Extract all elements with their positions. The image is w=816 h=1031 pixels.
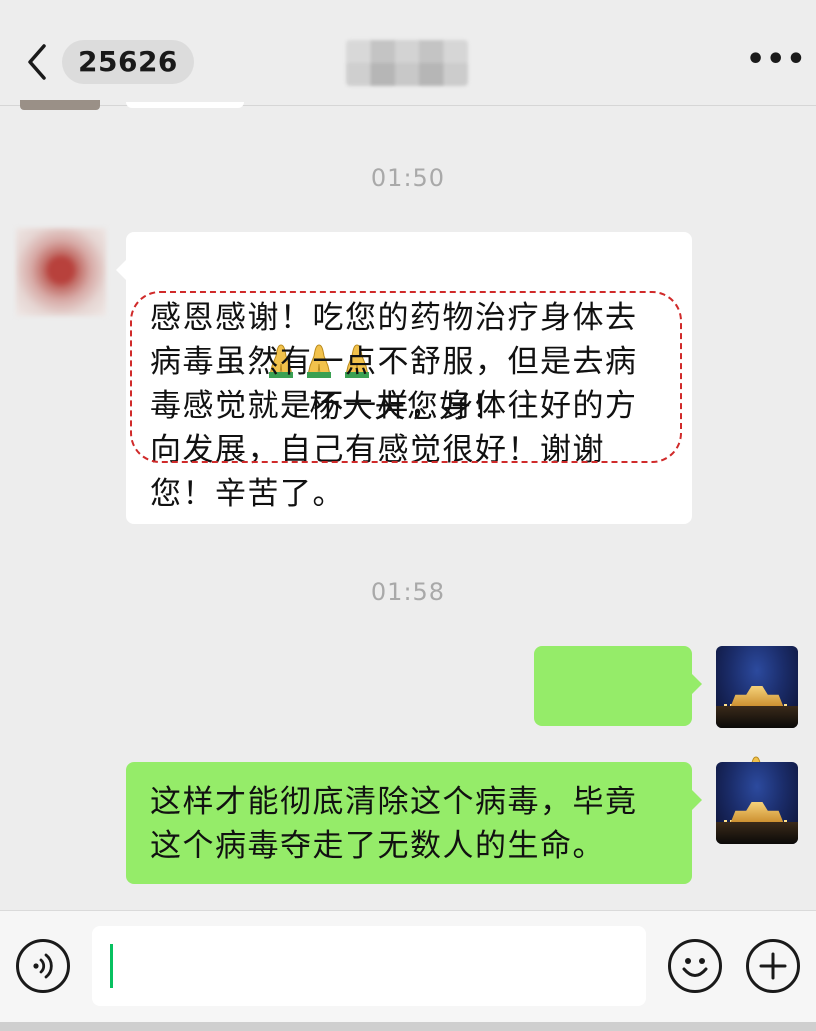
sender-avatar[interactable] — [16, 228, 106, 316]
outgoing-message-bubble[interactable]: 这样才能彻底清除这个病毒，毕竟 这个病毒夺走了无数人的生命。 — [126, 762, 702, 884]
message-input[interactable] — [92, 926, 646, 1006]
bubble-tail — [116, 260, 126, 280]
add-button[interactable] — [746, 939, 800, 993]
outgoing-message-bubble[interactable]: 智慧 — [534, 646, 768, 837]
previous-bubble-peek — [126, 102, 244, 108]
chevron-left-icon — [28, 44, 46, 80]
message-line: 这个病毒夺走了无数人的生命。 — [150, 828, 605, 864]
emoji-icon — [682, 958, 708, 977]
chat-title-blurred — [346, 40, 468, 86]
bubble-tail — [692, 790, 702, 810]
timestamp: 01:50 — [370, 164, 446, 192]
message-line: 病毒虽然有一点不舒服，但是去病 — [150, 344, 638, 380]
my-avatar[interactable] — [716, 646, 798, 728]
more-dots-icon: ••• — [746, 42, 807, 77]
message-line: 您！辛苦了。 — [150, 476, 345, 512]
more-options-button[interactable]: ••• — [746, 45, 806, 75]
plus-icon — [759, 952, 787, 980]
back-button[interactable] — [24, 42, 52, 82]
my-avatar[interactable] — [716, 762, 798, 844]
message-line: 这样才能彻底清除这个病毒，毕竟 — [150, 784, 638, 820]
incoming-message-bubble[interactable]: 杨大夫您好！ 感恩感谢！吃您的药物治疗身体去 病毒虽然有一点不舒服，但是去病 毒… — [116, 232, 692, 524]
praying-hands-emoji-icon — [670, 709, 768, 790]
voice-icon — [33, 953, 53, 979]
timestamp: 01:58 — [370, 578, 446, 606]
chat-header: 25626 ••• — [0, 0, 816, 106]
message-line: 向发展，自己有感觉很好！谢谢 — [150, 432, 605, 468]
emoji-button[interactable] — [668, 939, 722, 993]
text-caret — [110, 944, 113, 988]
previous-avatar-peek — [20, 100, 100, 110]
message-line: 毒感觉就是不一样，身体往好的方 — [150, 388, 638, 424]
message-line: 感恩感谢！吃您的药物治疗身体去 — [150, 300, 638, 336]
bottom-edge — [0, 1022, 816, 1031]
voice-button[interactable] — [16, 939, 70, 993]
unread-count-badge[interactable]: 25626 — [62, 40, 194, 84]
